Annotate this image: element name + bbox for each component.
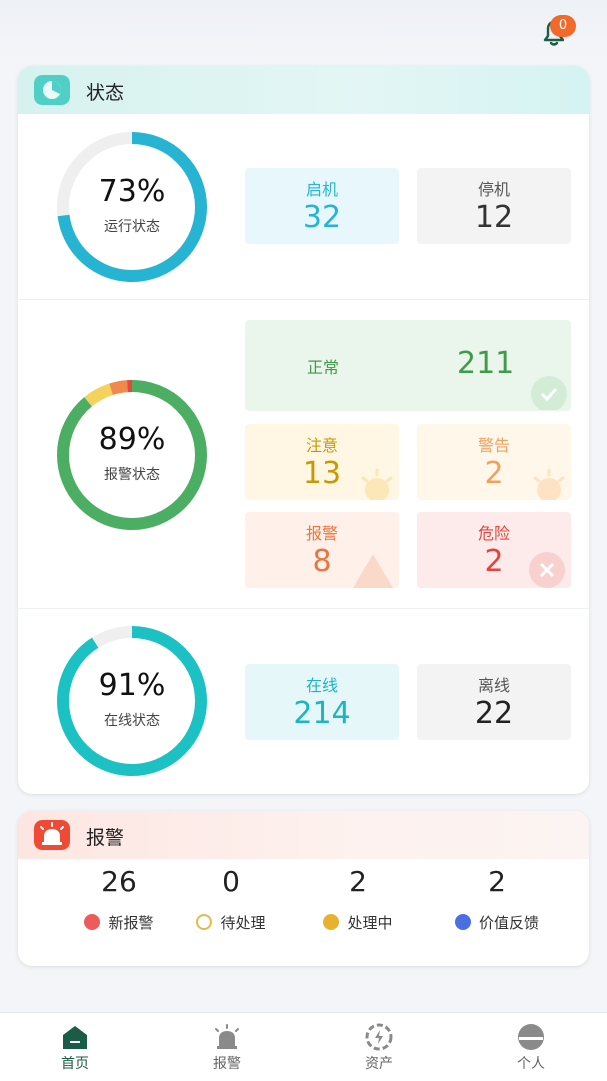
online-label: 在线状态 (104, 713, 160, 729)
clock-icon (196, 914, 213, 930)
running-percent: 73% (98, 174, 166, 209)
running-section: 73% 运行状态 启机 32 停机 12 (18, 114, 589, 300)
status-card-title: 状态 (86, 82, 125, 104)
user-icon (518, 1024, 544, 1050)
tile-stopped-value: 12 (474, 200, 514, 235)
status-card: 状态 73% 运行状态 启机 32 停机 12 89% 报警状态 正常 211 … (18, 66, 589, 794)
tab-assets-label: 资产 (365, 1056, 393, 1072)
asset-icon (365, 1023, 393, 1051)
tile-warning-label: 警告 (477, 436, 510, 455)
stat-pending-label: 待处理 (220, 914, 266, 932)
status-card-header: 状态 (18, 66, 589, 114)
tab-alarm-label: 报警 (213, 1056, 241, 1072)
tab-home-label: 首页 (61, 1056, 89, 1072)
tile-normal-value: 211 (457, 346, 515, 381)
bottom-tab-bar: 首页 报警 资产 个人 (0, 1012, 607, 1081)
tile-stopped[interactable]: 停机 12 (417, 168, 571, 244)
alarm-card: 报警 26 新报警 0 待处理 2 处理中 2 价值反馈 (18, 811, 589, 966)
stat-pending[interactable]: 0 待处理 (176, 865, 286, 933)
tile-warning[interactable]: 警告 2 (417, 424, 571, 500)
tile-offline-label: 离线 (477, 676, 510, 695)
home-icon (63, 1026, 87, 1049)
tile-danger[interactable]: 危险 2 (417, 512, 571, 588)
stat-new-alarm-value: 26 (101, 865, 137, 898)
tile-offline-value: 22 (474, 696, 514, 731)
sun-icon (533, 468, 565, 500)
tile-attention[interactable]: 注意 13 (245, 424, 399, 500)
siren-icon (215, 1024, 239, 1049)
stat-processing-value: 2 (349, 865, 367, 898)
stat-value-feedback-label: 价值反馈 (478, 914, 539, 932)
running-label: 运行状态 (104, 219, 160, 235)
stat-value-feedback-value: 2 (488, 865, 506, 898)
tile-started[interactable]: 启机 32 (245, 168, 399, 244)
alarm-status-section: 89% 报警状态 正常 211 注意 13 警告 2 报警 8 危险 2 (18, 300, 589, 608)
tile-started-label: 启机 (305, 180, 338, 199)
tile-online-value: 214 (293, 696, 351, 731)
alarm-label: 报警状态 (104, 467, 160, 483)
tile-normal[interactable]: 正常 211 (245, 320, 571, 411)
alarm-card-header: 报警 (18, 811, 589, 859)
stat-value-feedback[interactable]: 2 价值反馈 (432, 865, 562, 933)
tab-alarm[interactable]: 报警 (152, 1013, 302, 1081)
pie-chart-icon (34, 75, 70, 105)
alarm-percent: 89% (98, 422, 166, 457)
tab-home[interactable]: 首页 (0, 1013, 150, 1081)
tile-stopped-label: 停机 (477, 180, 510, 199)
stat-processing[interactable]: 2 处理中 (303, 865, 413, 933)
tab-profile[interactable]: 个人 (456, 1013, 606, 1081)
tile-alarm[interactable]: 报警 8 (245, 512, 399, 588)
tab-profile-label: 个人 (517, 1056, 545, 1072)
online-section: 91% 在线状态 在线 214 离线 22 (18, 609, 589, 794)
wrench-icon (323, 914, 340, 930)
stat-new-alarm[interactable]: 26 新报警 (54, 865, 184, 933)
siren-icon (34, 820, 70, 850)
tile-online[interactable]: 在线 214 (245, 664, 399, 740)
tile-normal-label: 正常 (307, 358, 340, 377)
online-percent: 91% (98, 668, 166, 703)
sun-icon (361, 468, 393, 500)
check-icon (531, 376, 567, 410)
close-circle-icon (529, 552, 565, 588)
stat-new-alarm-label: 新报警 (108, 914, 154, 932)
tile-attention-label: 注意 (305, 436, 338, 455)
stat-pending-value: 0 (222, 865, 240, 898)
tile-danger-label: 危险 (477, 524, 510, 543)
tile-offline[interactable]: 离线 22 (417, 664, 571, 740)
message-icon (84, 914, 101, 930)
database-icon (454, 914, 471, 930)
stat-processing-label: 处理中 (347, 914, 393, 932)
notification-badge: 0 (550, 15, 576, 37)
top-bar: 0 (0, 0, 607, 62)
tile-alarm-label: 报警 (305, 524, 338, 543)
tile-started-value: 32 (302, 200, 342, 235)
triangle-warning-icon (353, 554, 393, 588)
tab-assets[interactable]: 资产 (304, 1013, 454, 1081)
alarm-card-title: 报警 (86, 827, 125, 849)
tile-online-label: 在线 (305, 676, 338, 695)
